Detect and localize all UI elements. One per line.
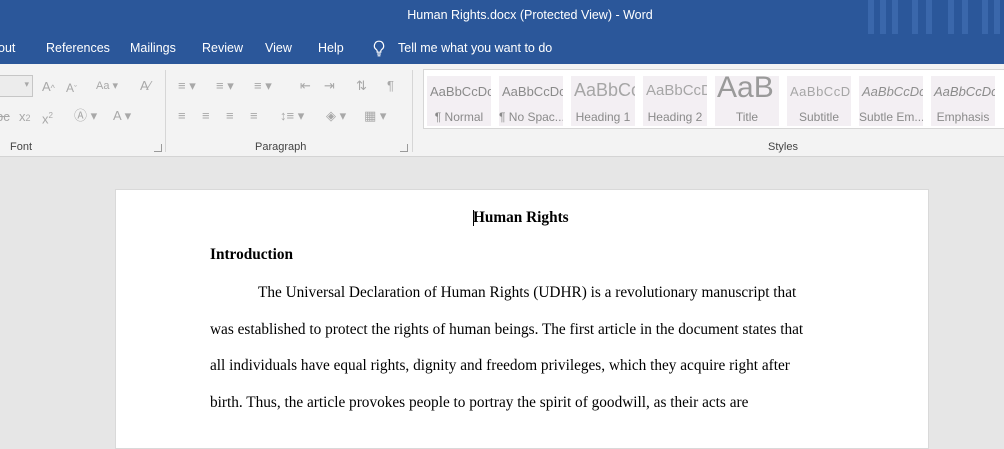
group-divider [165,70,166,152]
font-group-label: Font [10,141,33,153]
style-heading-2[interactable]: AaBbCcD Heading 2 [643,76,707,126]
title-bar-pattern [864,0,1004,34]
paragraph-dialog-launcher[interactable] [400,144,408,152]
bullets-icon[interactable]: ≡ ▾ [178,78,196,94]
decrease-indent-icon[interactable]: ⇤ [300,78,311,94]
align-right-icon[interactable]: ≡ [226,108,234,124]
style-no-spacing[interactable]: AaBbCcDc ¶ No Spac... [499,76,563,126]
shading-icon[interactable]: ◈ ▾ [326,108,346,124]
ribbon-tabs: out References Mailings Review View Help… [0,34,1004,64]
subscript-icon[interactable]: x2 [19,109,31,126]
shrink-font-icon[interactable]: Aˇ [66,80,77,97]
style-name: Subtitle [798,110,840,124]
section-heading: Introduction [210,246,294,263]
tab-mailings[interactable]: Mailings [130,41,176,55]
style-subtle-emphasis[interactable]: AaBbCcDc Subtle Em... [859,76,923,126]
ribbon: A^ Aˇ Aa ▾ A∕ bc x2 x2 Ⓐ ▾ A ▾ Font ≡ ▾ … [0,64,1004,157]
style-sample: AaBbCc [574,80,635,100]
style-sample: AaBbCcD [646,82,707,99]
document-page[interactable]: Human Rights Introduction The Universal … [115,189,929,449]
style-heading-1[interactable]: AaBbCc Heading 1 [571,76,635,126]
multilevel-list-icon[interactable]: ≡ ▾ [254,78,272,94]
style-name: Title [735,110,759,124]
document-area: Human Rights Introduction The Universal … [0,157,1004,449]
style-name: ¶ Normal [434,110,484,124]
borders-icon[interactable]: ▦ ▾ [364,108,386,124]
align-center-icon[interactable]: ≡ [202,108,210,124]
clear-formatting-icon[interactable]: A∕ [140,78,151,94]
font-dialog-launcher[interactable] [154,144,162,152]
style-normal[interactable]: AaBbCcDc ¶ Normal [427,76,491,126]
style-sample: AaBbCcDc [934,84,995,99]
strikethrough-icon[interactable]: bc [0,109,10,125]
tab-layout[interactable]: out [0,41,15,55]
font-size-dropdown[interactable] [0,75,33,97]
paragraph-line: The Universal Declaration of Human Right… [258,284,797,301]
change-case-icon[interactable]: Aa ▾ [96,78,118,94]
sort-icon[interactable]: ⇅ [356,78,367,94]
increase-indent-icon[interactable]: ⇥ [324,78,335,94]
style-subtitle[interactable]: AaBbCcD Subtitle [787,76,851,126]
line-spacing-icon[interactable]: ↕≡ ▾ [280,108,304,124]
title-bar: Human Rights.docx (Protected View) - Wor… [0,0,1004,34]
style-sample: AaBbCcDc [430,84,491,99]
style-name: Subtle Em... [859,110,923,124]
style-sample: AaB [717,76,774,104]
style-name: Heading 2 [647,110,703,124]
styles-gallery: AaBbCcDc ¶ Normal AaBbCcDc ¶ No Spac... … [423,69,1004,129]
group-divider [412,70,413,152]
style-sample: AaBbCcD [790,84,851,99]
style-sample: AaBbCcDc [862,84,923,99]
tab-help[interactable]: Help [318,41,344,55]
style-title[interactable]: AaB Title [715,76,779,126]
font-color-icon[interactable]: A ▾ [113,108,131,124]
style-name: ¶ No Spac... [499,110,563,124]
grow-font-icon[interactable]: A^ [42,79,55,96]
tab-review[interactable]: Review [202,41,243,55]
styles-group-label: Styles [768,141,798,153]
paragraph-line: was established to protect the rights of… [210,321,804,338]
document-title: Human Rights [473,209,569,226]
numbering-icon[interactable]: ≡ ▾ [216,78,234,94]
style-emphasis[interactable]: AaBbCcDc Emphasis [931,76,995,126]
tab-references[interactable]: References [46,41,110,55]
lightbulb-icon[interactable] [372,40,386,57]
show-formatting-icon[interactable]: ¶ [387,78,394,94]
justify-icon[interactable]: ≡ [250,108,258,124]
paragraph-line: all individuals have equal rights, digni… [210,357,790,374]
tab-view[interactable]: View [265,41,292,55]
style-name: Emphasis [936,110,990,124]
text-effects-icon[interactable]: Ⓐ ▾ [74,108,97,124]
window-title: Human Rights.docx (Protected View) - Wor… [407,8,653,22]
tell-me-search[interactable]: Tell me what you want to do [398,41,552,55]
style-sample: AaBbCcDc [502,84,563,99]
style-name: Heading 1 [575,110,631,124]
paragraph-line: birth. Thus, the article provokes people… [210,394,749,411]
paragraph-group-label: Paragraph [255,141,307,153]
align-left-icon[interactable]: ≡ [178,108,186,124]
superscript-icon[interactable]: x2 [42,108,53,127]
